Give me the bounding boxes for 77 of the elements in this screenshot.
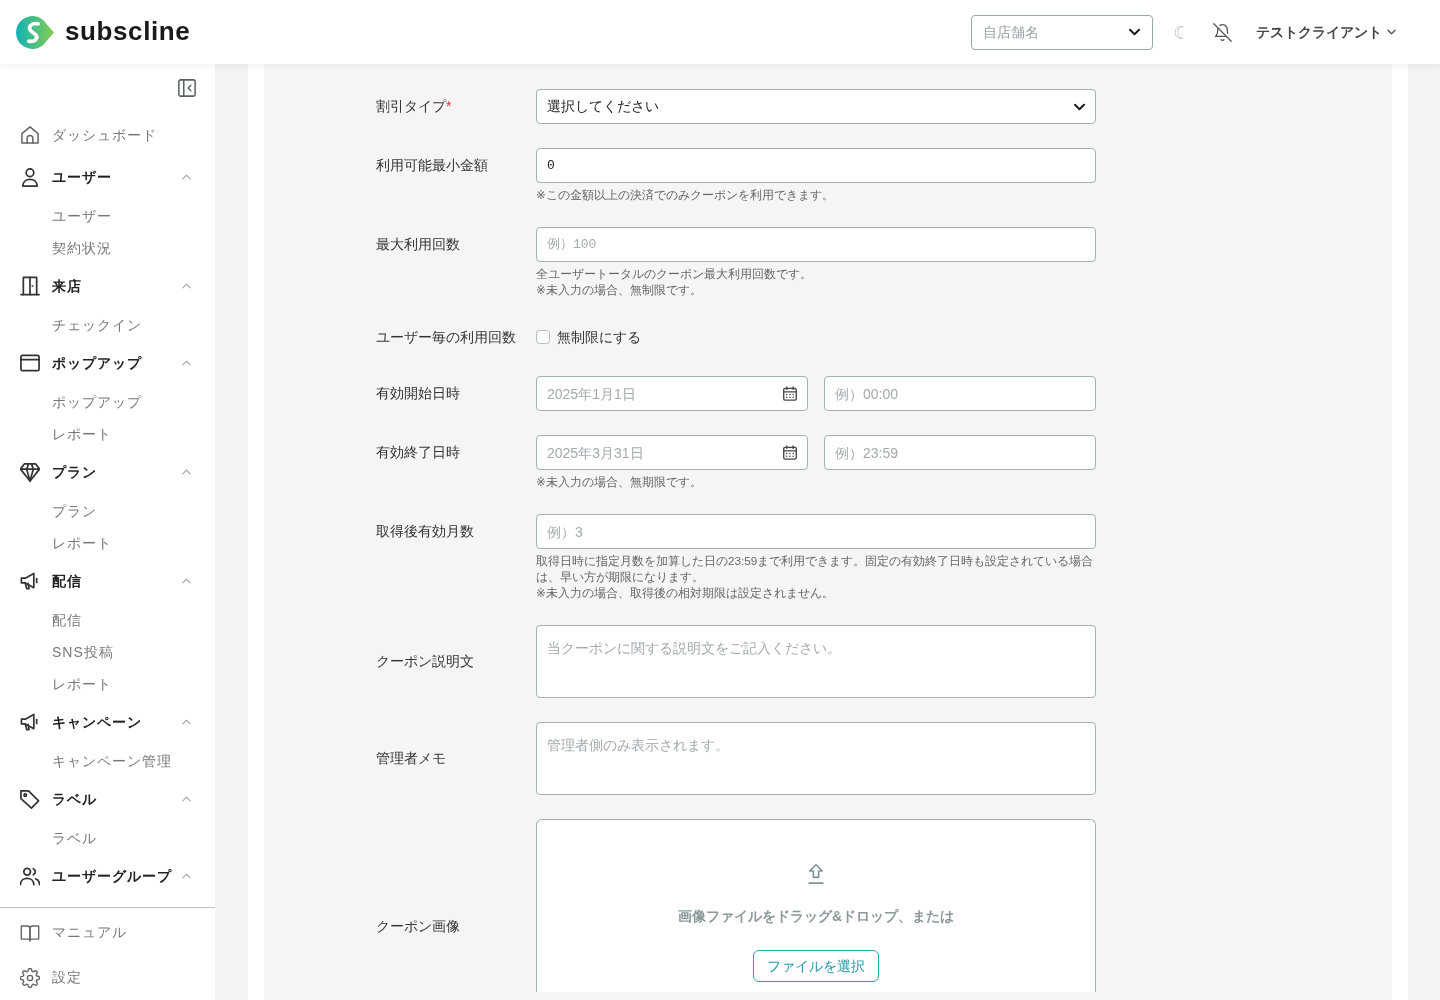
logo-text: subscline <box>65 16 191 48</box>
sidebar-item[interactable]: ユーザー <box>0 200 215 232</box>
upload-icon <box>808 864 824 884</box>
input-field[interactable]: 例）3 <box>536 514 1096 549</box>
window-icon <box>20 353 40 373</box>
store-select[interactable]: 自店舗名 <box>971 14 1153 50</box>
help-text: ※未入力の場合、無制限です。 <box>536 282 703 298</box>
input-field[interactable]: 0 <box>536 148 1096 183</box>
sidebar-group[interactable]: ユーザーグループ <box>0 856 215 896</box>
help-text: 全ユーザートータルのクーポン最大利用回数です。 <box>536 266 813 282</box>
field-label: 管理者メモ <box>376 749 447 768</box>
tag-icon <box>20 789 40 809</box>
panel-collapse-icon[interactable] <box>178 79 196 97</box>
sidebar-item[interactable]: キャンペーン管理 <box>0 745 215 777</box>
logo-icon <box>16 14 54 50</box>
sidebar-group[interactable]: ポップアップ <box>0 343 215 383</box>
chevron-down-icon <box>1074 102 1085 111</box>
select-file-button[interactable]: ファイルを選択 <box>753 950 879 982</box>
help-text: ※未入力の場合、無期限です。 <box>536 474 703 490</box>
bell-slash-icon[interactable] <box>1213 22 1232 42</box>
input-field[interactable]: 例）100 <box>536 227 1096 262</box>
field-label: 利用可能最小金額 <box>376 156 489 175</box>
time-field[interactable]: 例）00:00 <box>824 376 1096 411</box>
door-icon <box>20 276 40 296</box>
user-menu-button[interactable]: テストクライアント <box>1256 21 1396 43</box>
field-label: クーポン説明文 <box>376 652 475 671</box>
dropzone-text: 画像ファイルをドラッグ&ドロップ、または <box>677 907 955 926</box>
calendar-icon[interactable] <box>783 386 797 401</box>
gear-icon <box>20 967 40 988</box>
sidebar-group[interactable]: 来店 <box>0 266 215 306</box>
sidebar-item[interactable]: 契約状況 <box>0 232 215 264</box>
book-icon <box>20 922 40 943</box>
textarea-field[interactable]: 当クーポンに関する説明文をご記入ください。 <box>536 625 1096 698</box>
field-label: 有効開始日時 <box>376 384 461 403</box>
sidebar-item[interactable]: 配信 <box>0 604 215 636</box>
sidebar-group[interactable]: 配信 <box>0 561 215 601</box>
sidebar-group[interactable]: ユーザー <box>0 157 215 197</box>
checkbox-label[interactable]: 無制限にする <box>557 326 641 348</box>
chevron-down-icon <box>1129 28 1140 36</box>
help-text: 取得日時に指定月数を加算した日の23:59まで利用できます。固定の有効終了日時も設定されている場合は、早い方が期限になります。 <box>536 553 1095 585</box>
sidebar-group[interactable]: プラン <box>0 452 215 492</box>
gem-icon <box>20 462 40 482</box>
field-label: クーポン画像 <box>376 917 461 936</box>
sidebar-item[interactable]: ラベル <box>0 822 215 854</box>
sidebar-group[interactable]: ラベル <box>0 779 215 819</box>
field-label: 有効終了日時 <box>376 443 461 462</box>
date-field[interactable]: 2025年3月31日 <box>536 435 808 470</box>
sidebar-item[interactable]: SNS投稿 <box>0 636 215 668</box>
sidebar-link[interactable]: 設定 <box>0 955 215 1000</box>
select-field[interactable]: 選択してください <box>536 89 1096 124</box>
home-icon <box>20 125 40 145</box>
sidebar-link[interactable]: ダッシュボード <box>0 115 215 155</box>
field-label: 最大利用回数 <box>376 235 461 254</box>
sidebar-item[interactable]: プラン <box>0 495 215 527</box>
field-label: 取得後有効月数 <box>376 522 475 541</box>
calendar-icon[interactable] <box>783 445 797 460</box>
sidebar-item[interactable]: レポート <box>0 668 215 700</box>
megaphone-icon <box>20 712 40 732</box>
sidebar-item[interactable]: レポート <box>0 527 215 559</box>
file-dropzone[interactable]: 画像ファイルをドラッグ&ドロップ、または ファイルを選択 <box>536 819 1096 992</box>
checkbox[interactable] <box>536 330 550 344</box>
time-field[interactable]: 例）23:59 <box>824 435 1096 470</box>
chevron-down-icon <box>1387 29 1396 35</box>
sidebar-item[interactable]: チェックイン <box>0 309 215 341</box>
users-icon <box>20 866 40 886</box>
field-label: ユーザー毎の利用回数 <box>376 327 517 347</box>
sidebar-item[interactable]: レポート <box>0 418 215 450</box>
person-icon <box>20 167 40 187</box>
megaphone-icon <box>20 571 40 591</box>
sidebar-item[interactable]: ポップアップ <box>0 386 215 418</box>
field-label: 割引タイプ* <box>376 97 453 116</box>
sidebar-group[interactable]: キャンペーン <box>0 702 215 742</box>
date-field[interactable]: 2025年1月1日 <box>536 376 808 411</box>
help-text: ※未入力の場合、取得後の相対期限は設定されません。 <box>536 585 835 601</box>
sidebar-link[interactable]: マニュアル <box>0 910 215 955</box>
help-text: ※この金額以上の決済でのみクーポンを利用できます。 <box>536 187 835 203</box>
textarea-field[interactable]: 管理者側のみ表示されます。 <box>536 722 1096 795</box>
